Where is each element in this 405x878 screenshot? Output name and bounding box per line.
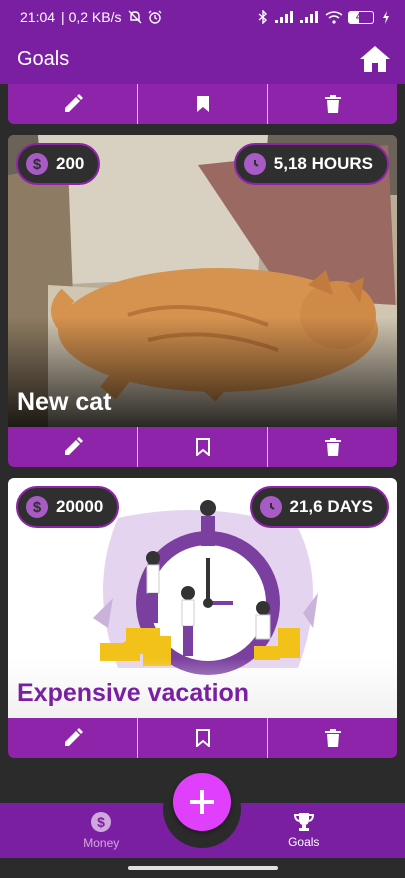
mute-icon bbox=[128, 10, 142, 24]
status-time: 21:04 bbox=[20, 9, 56, 25]
home-icon bbox=[360, 46, 390, 72]
bookmark-icon bbox=[195, 438, 210, 456]
network-speed: | 0,2 KB/s bbox=[61, 9, 122, 25]
delete-icon bbox=[324, 438, 341, 456]
bluetooth-icon bbox=[256, 10, 270, 24]
dollar-icon: $ bbox=[26, 496, 48, 518]
plus-icon bbox=[190, 790, 214, 814]
goal-actions bbox=[8, 718, 397, 758]
bookmark-button[interactable] bbox=[138, 84, 268, 124]
time-chip: 21,6 DAYS bbox=[249, 486, 389, 528]
edit-button[interactable] bbox=[8, 718, 138, 758]
goal-time: 21,6 DAYS bbox=[289, 497, 373, 516]
edit-icon bbox=[64, 728, 83, 746]
goal-title: Expensive vacation bbox=[17, 679, 250, 707]
dollar-icon: $ bbox=[26, 153, 48, 175]
svg-text:$: $ bbox=[97, 814, 105, 830]
goal-card[interactable]: $ 200 5,18 HOURS New cat bbox=[8, 135, 397, 467]
home-button[interactable] bbox=[357, 41, 393, 77]
signal-icon bbox=[275, 10, 295, 24]
time-chip: 5,18 HOURS bbox=[233, 143, 389, 185]
bookmark-button[interactable] bbox=[138, 427, 268, 467]
charging-icon bbox=[379, 10, 393, 24]
signal-icon bbox=[300, 10, 320, 24]
goal-price: 20000 bbox=[56, 497, 104, 516]
delete-icon bbox=[324, 95, 341, 113]
goal-price: 200 bbox=[56, 154, 85, 173]
battery-level: 43 bbox=[355, 12, 366, 22]
bookmark-icon bbox=[195, 729, 210, 747]
goal-image: $ 200 5,18 HOURS New cat bbox=[8, 135, 397, 427]
nav-money-label: Money bbox=[83, 836, 120, 850]
dollar-icon: $ bbox=[91, 812, 112, 832]
delete-icon bbox=[324, 729, 341, 747]
clock-icon bbox=[243, 153, 266, 175]
goal-time: 5,18 HOURS bbox=[273, 154, 373, 173]
edit-icon bbox=[64, 437, 83, 455]
bookmark-icon bbox=[196, 96, 209, 112]
battery-icon: 43 bbox=[348, 10, 374, 24]
price-chip: $ 200 bbox=[16, 143, 101, 185]
alarm-icon bbox=[148, 10, 162, 24]
bookmark-button[interactable] bbox=[138, 718, 268, 758]
goal-title: New cat bbox=[17, 388, 112, 416]
goals-list[interactable]: $ 200 5,18 HOURS New cat $ 20000 21,6 DA… bbox=[8, 84, 397, 758]
page-title: Goals bbox=[17, 47, 70, 70]
goal-card[interactable]: $ 20000 21,6 DAYS Expensive vacation bbox=[8, 478, 397, 758]
edit-button[interactable] bbox=[8, 84, 138, 124]
clock-icon bbox=[259, 496, 282, 518]
edit-icon bbox=[64, 94, 83, 112]
wifi-icon bbox=[325, 10, 343, 24]
home-indicator[interactable] bbox=[128, 866, 278, 870]
nav-goals-label: Goals bbox=[288, 835, 320, 849]
trophy-icon bbox=[293, 813, 314, 831]
status-bar: 21:04 | 0,2 KB/s 43 bbox=[0, 0, 405, 34]
goal-actions bbox=[8, 427, 397, 467]
price-chip: $ 20000 bbox=[16, 486, 120, 528]
app-bar: Goals bbox=[0, 34, 405, 84]
delete-button[interactable] bbox=[268, 84, 397, 124]
goal-image: $ 20000 21,6 DAYS Expensive vacation bbox=[8, 478, 397, 718]
add-goal-button[interactable] bbox=[173, 773, 231, 831]
delete-button[interactable] bbox=[268, 718, 397, 758]
goal-actions bbox=[8, 84, 397, 124]
edit-button[interactable] bbox=[8, 427, 138, 467]
delete-button[interactable] bbox=[268, 427, 397, 467]
